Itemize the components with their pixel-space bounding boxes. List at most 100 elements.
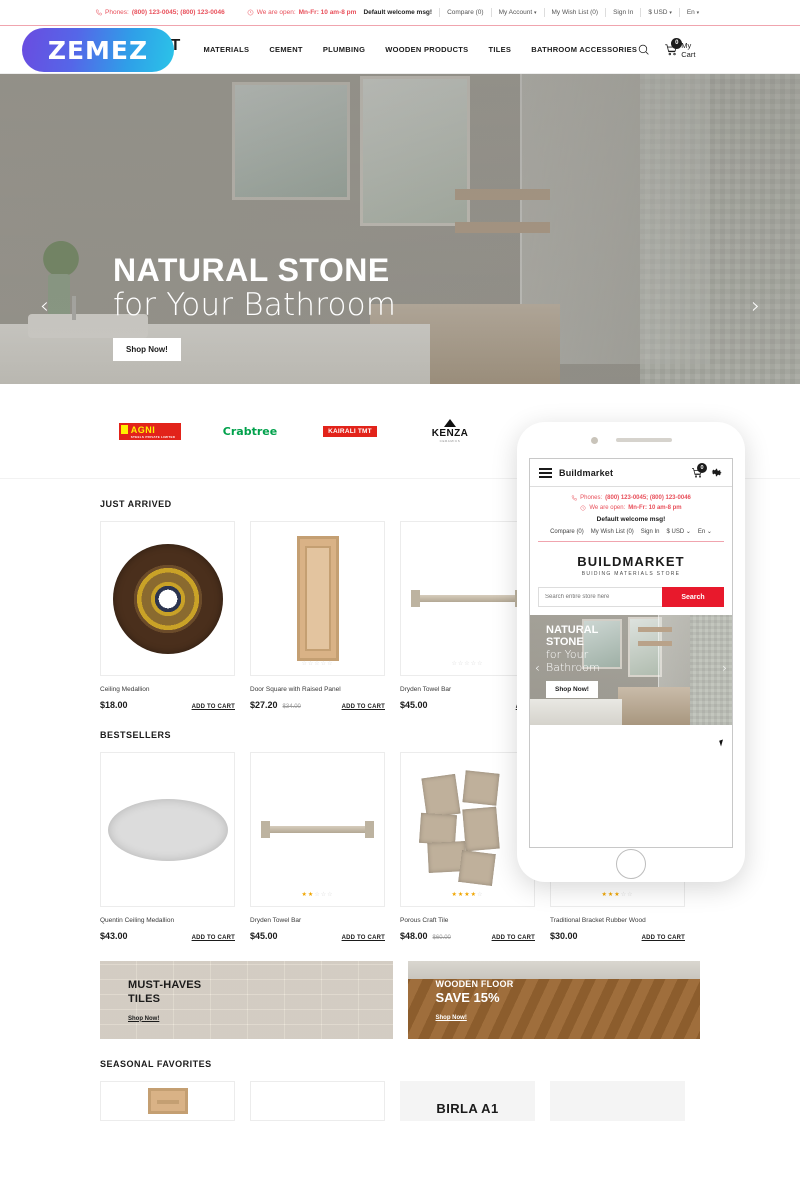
mobile-currency-selector[interactable]: $ USD ⌄ xyxy=(666,528,690,535)
cart-count-badge: 0 xyxy=(671,37,683,49)
promo-banner-tiles[interactable]: MUST-HAVES TILES Shop Now! xyxy=(100,961,393,1039)
nav-item-tiles[interactable]: TILES xyxy=(488,45,511,54)
add-to-cart-button[interactable]: ADD TO CART xyxy=(492,935,535,941)
mobile-hours-label: We are open: xyxy=(589,505,626,511)
topbar-contact-group: Phones: (800) 123-0045; (800) 123-0046 W… xyxy=(95,9,356,16)
topbar-language-selector[interactable]: En ▾ xyxy=(680,9,706,16)
mobile-logo-title: BUILDMARKET xyxy=(577,554,685,569)
product-card[interactable]: ☆☆☆☆☆ Dryden Towel Bar $45.00 ADD T xyxy=(400,521,535,710)
mobile-screen-footer xyxy=(530,725,732,753)
mobile-hero-prev-arrow-icon[interactable]: ‹ xyxy=(535,661,540,675)
product-image[interactable]: ★★☆☆☆ xyxy=(250,752,385,907)
topbar-currency-selector[interactable]: $ USD ▾ xyxy=(641,9,678,16)
hero-caption: NATURAL STONE for Your Bathroom Shop Now… xyxy=(113,252,397,362)
product-card[interactable] xyxy=(100,1081,235,1121)
brand-kairali-name: KAIRALI TMT xyxy=(323,425,377,437)
product-image[interactable]: ☆☆☆☆☆ xyxy=(400,521,535,676)
product-card[interactable] xyxy=(250,1081,385,1121)
phone-home-button[interactable] xyxy=(616,849,646,879)
product-card[interactable]: Ceiling Medallion $18.00 ADD TO CART xyxy=(100,521,235,710)
mouse-cursor-icon xyxy=(719,739,725,747)
product-image[interactable] xyxy=(100,521,235,676)
product-name: Dryden Towel Bar xyxy=(400,686,452,693)
mobile-phones-label: Phones: xyxy=(580,495,603,501)
hero-prev-arrow-icon[interactable]: ‹ xyxy=(40,296,49,318)
mobile-logo[interactable]: BUILDMARKET BUIDING MATERIALS STORE xyxy=(530,542,732,587)
product-footer: $30.00 ADD TO CART xyxy=(550,931,685,941)
clock-icon xyxy=(580,505,586,511)
search-button[interactable]: Search xyxy=(662,587,724,607)
promo-wood-shop-now-link[interactable]: Shop Now! xyxy=(436,1015,467,1021)
cart-icon: 0 xyxy=(664,37,683,57)
product-name: Traditional Bracket Rubber Wood xyxy=(550,917,646,924)
mobile-utility-links: Compare (0) My Wish List (0) Sign In $ U… xyxy=(538,528,724,542)
phone-speaker-icon xyxy=(615,438,672,442)
phone-camera-icon xyxy=(590,436,598,444)
brand-agni-name: AGNI xyxy=(130,424,156,435)
door-panel-art xyxy=(296,536,339,661)
product-image[interactable]: ☆☆☆☆☆ xyxy=(250,521,385,676)
add-to-cart-button[interactable]: ADD TO CART xyxy=(192,704,235,710)
gear-icon[interactable] xyxy=(710,466,723,479)
product-card[interactable]: ☆☆☆☆☆ Door Square with Raised Panel $27.… xyxy=(250,521,385,710)
nav-item-bathroom-accessories[interactable]: BATHROOM ACCESSORIES xyxy=(531,45,637,54)
nav-item-wooden-products[interactable]: WOODEN PRODUCTS xyxy=(385,45,468,54)
product-card[interactable]: ★★☆☆☆ Dryden Towel Bar $45.00 ADD TO CAR… xyxy=(250,752,385,941)
product-rating-stars: ☆☆☆☆☆ xyxy=(451,661,484,667)
product-card[interactable]: BIRLA A1 xyxy=(400,1081,535,1121)
nav-item-materials[interactable]: MATERIALS xyxy=(203,45,249,54)
zemez-watermark-badge: ZEMEZ xyxy=(22,28,174,72)
mobile-hero-next-arrow-icon[interactable]: › xyxy=(722,661,727,675)
hero-next-arrow-icon[interactable]: › xyxy=(751,296,760,318)
hamburger-menu-icon[interactable] xyxy=(539,466,552,480)
brand-logo-crabtree[interactable]: Crabtree xyxy=(200,420,300,442)
product-card[interactable]: Quentin Ceiling Medallion $43.00 ADD TO … xyxy=(100,752,235,941)
nav-item-cement[interactable]: CEMENT xyxy=(269,45,302,54)
zemez-watermark-text: ZEMEZ xyxy=(47,35,149,65)
product-footer: $45.00 ADD TO CART xyxy=(250,931,385,941)
add-to-cart-button[interactable]: ADD TO CART xyxy=(342,704,385,710)
mobile-hero-shop-now-button[interactable]: Shop Now! xyxy=(546,680,598,698)
mini-cart[interactable]: 0 My Cart xyxy=(664,37,700,59)
mobile-cart-icon[interactable]: 0 xyxy=(691,462,707,479)
phone-icon xyxy=(95,9,102,16)
mobile-link-compare[interactable]: Compare (0) xyxy=(550,529,584,535)
mobile-link-wish-list[interactable]: My Wish List (0) xyxy=(591,529,634,535)
product-card[interactable]: ★★★★☆ Porous Craft Tile $48.00 $60.00 AD… xyxy=(400,752,535,941)
hero-headline: NATURAL STONE xyxy=(113,252,390,288)
topbar-link-compare[interactable]: Compare (0) xyxy=(440,9,490,16)
promo-banner-wooden-floor[interactable]: WOODEN FLOOR SAVE 15% Shop Now! xyxy=(407,961,700,1039)
topbar-links-group: Default welcome msg! Compare (0) My Acco… xyxy=(356,8,706,17)
mobile-language-selector[interactable]: En ⌄ xyxy=(698,528,712,535)
mobile-preview-mockup: Buildmarket 0 Phones: (800) 123-0045; (8… xyxy=(517,422,745,882)
mobile-header-tools: 0 xyxy=(691,462,723,479)
nav-item-plumbing[interactable]: PLUMBING xyxy=(323,45,365,54)
topbar-link-my-account[interactable]: My Account ▾ xyxy=(492,9,544,16)
mobile-hero-line1b: STONE xyxy=(546,635,584,648)
add-to-cart-button[interactable]: ADD TO CART xyxy=(642,935,685,941)
promo-tiles-shop-now-link[interactable]: Shop Now! xyxy=(128,1016,159,1022)
product-name: Dryden Towel Bar xyxy=(250,917,302,924)
brand-logo-kenza[interactable]: KENZA CERAMICS xyxy=(400,419,500,443)
product-image[interactable]: ★★★★☆ xyxy=(400,752,535,907)
search-icon[interactable] xyxy=(637,43,650,56)
add-to-cart-button[interactable]: ADD TO CART xyxy=(342,935,385,941)
product-name: Ceiling Medallion xyxy=(100,686,150,693)
chevron-down-icon: ▾ xyxy=(669,10,672,16)
mobile-cart-count-badge: 0 xyxy=(697,462,707,473)
hero-shop-now-button[interactable]: Shop Now! xyxy=(113,338,181,362)
mobile-link-sign-in[interactable]: Sign In xyxy=(641,529,660,535)
product-image[interactable] xyxy=(100,752,235,907)
mobile-welcome-message: Default welcome msg! xyxy=(596,516,666,523)
mobile-hours-info: We are open: Mn-Fr: 10 am-8 pm xyxy=(538,505,724,511)
chevron-down-icon: ▾ xyxy=(533,10,537,16)
brand-logo-kairali[interactable]: KAIRALI TMT xyxy=(300,420,400,442)
hero-subheadline: for Your Bathroom xyxy=(113,286,397,323)
product-card[interactable] xyxy=(550,1081,685,1121)
search-input[interactable] xyxy=(538,587,662,607)
brand-logo-agni[interactable]: AGNI STEELS PRIVATE LIMITED xyxy=(100,420,200,442)
add-to-cart-button[interactable]: ADD TO CART xyxy=(192,935,235,941)
topbar-link-sign-in[interactable]: Sign In xyxy=(606,9,640,16)
topbar-link-wish-list[interactable]: My Wish List (0) xyxy=(545,9,606,16)
brand-crabtree-name: Crabtree xyxy=(222,424,278,438)
